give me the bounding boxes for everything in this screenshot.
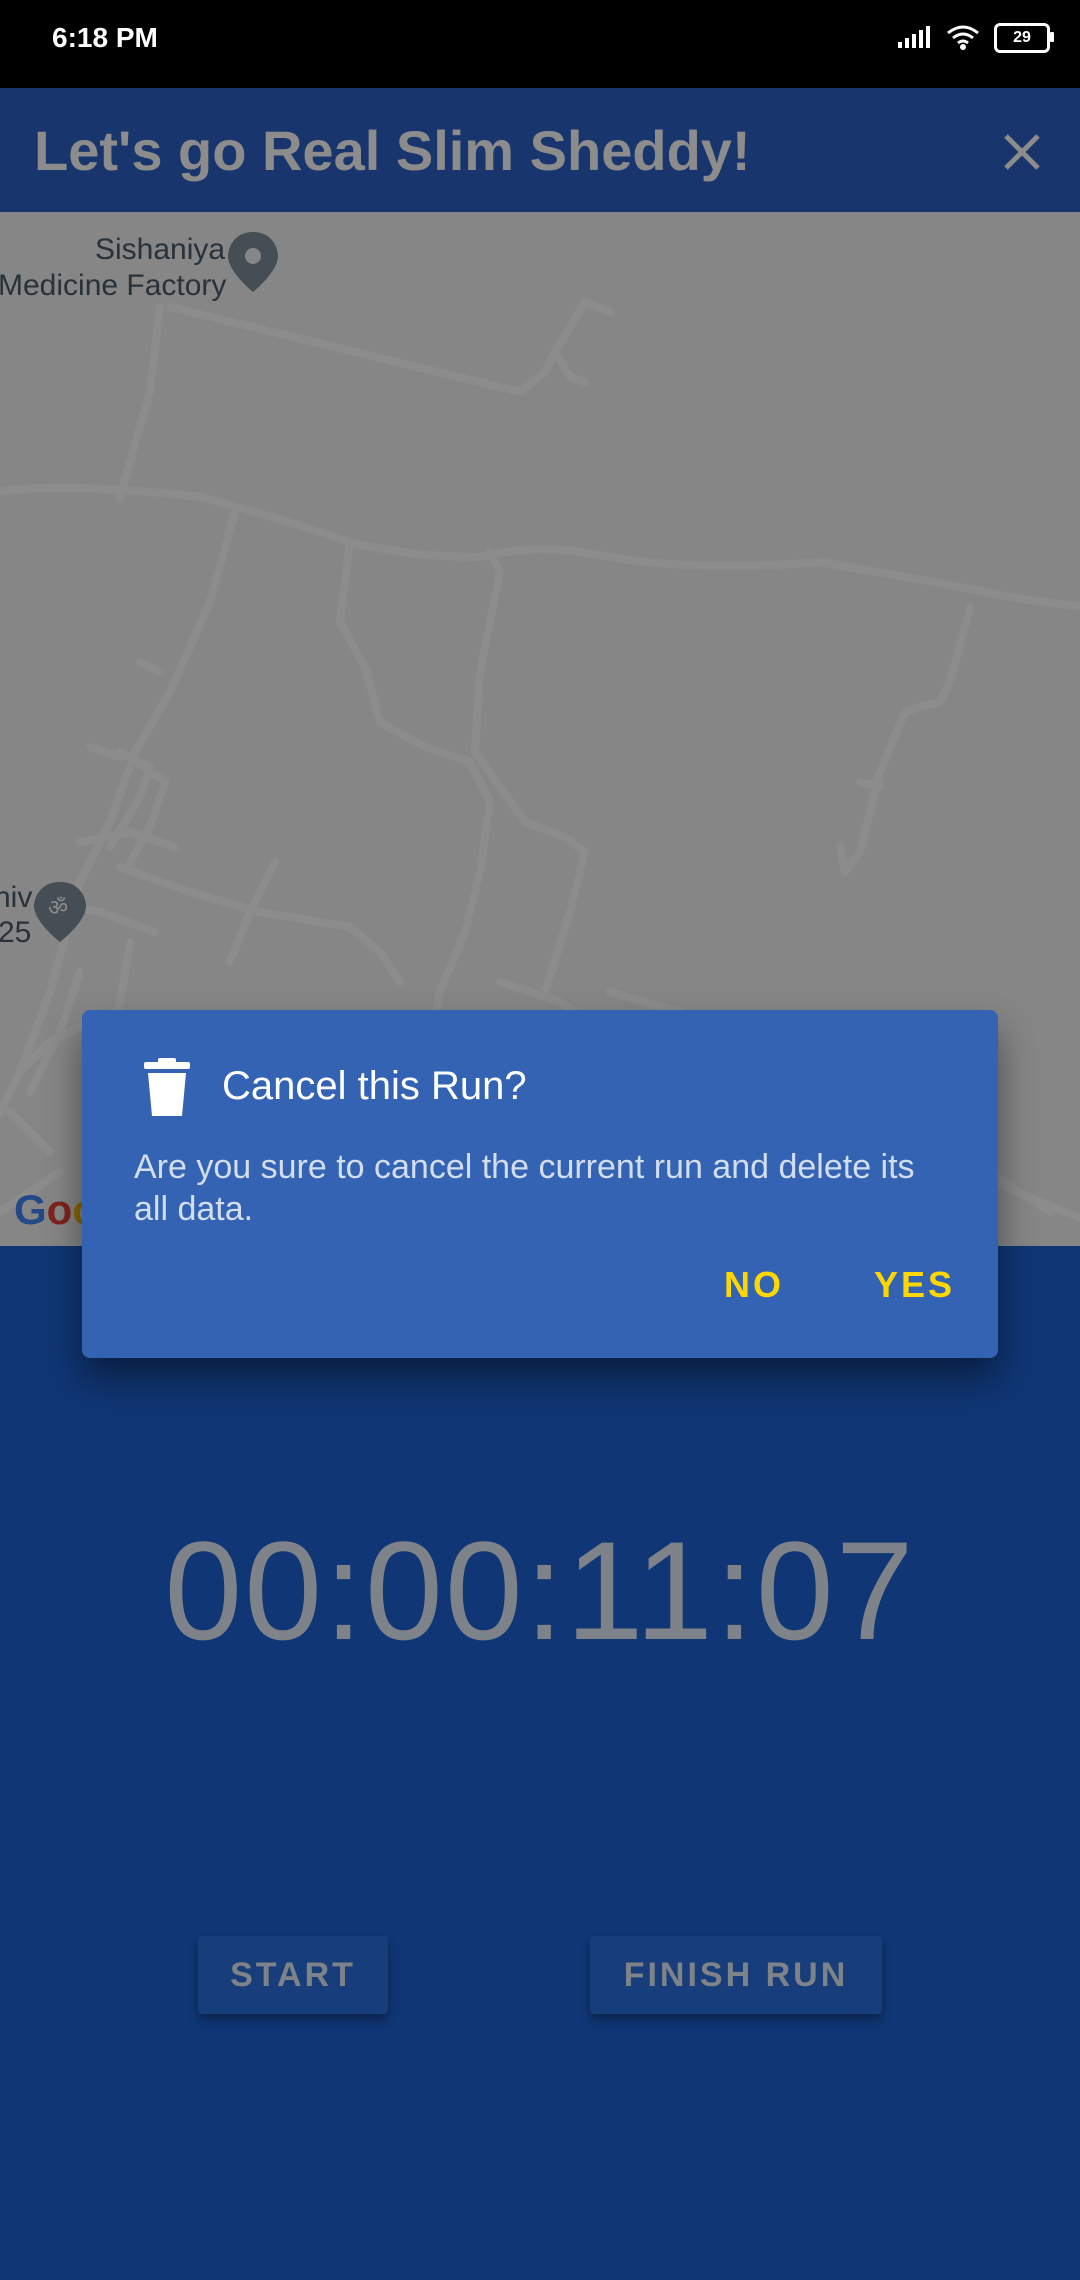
wifi-icon (947, 25, 979, 50)
status-bar: 6:18 PM 29 (0, 0, 1080, 88)
battery-icon: 29 (994, 23, 1054, 53)
cancel-run-dialog: Cancel this Run? Are you sure to cancel … (82, 1010, 998, 1358)
status-icons: 29 (898, 18, 1054, 58)
no-button[interactable]: NO (724, 1264, 784, 1306)
dialog-message: Are you sure to cancel the current run a… (134, 1148, 915, 1228)
trash-icon (144, 1058, 190, 1116)
battery-level: 29 (1013, 29, 1031, 46)
yes-button[interactable]: YES (874, 1264, 955, 1306)
dialog-title: Cancel this Run? (222, 1064, 527, 1108)
signal-icon (898, 26, 930, 48)
status-time: 6:18 PM (52, 22, 158, 53)
